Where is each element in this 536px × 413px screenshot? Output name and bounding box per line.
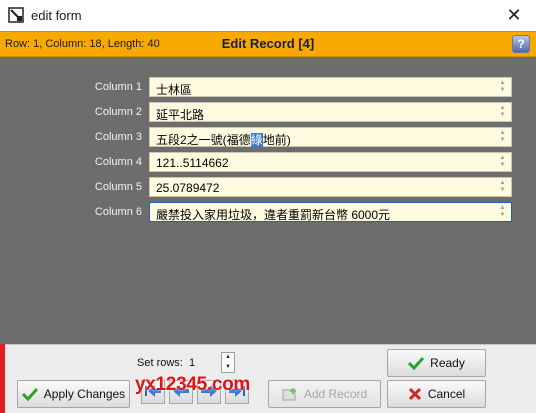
field-input-column-6[interactable]: 嚴禁投入家用垃圾，違者重罰新台幣 6000元 ▲ ▼: [149, 202, 512, 222]
cursor-position-text: Row: 1, Column: 18, Length: 40: [5, 38, 160, 50]
first-record-icon: [144, 384, 162, 401]
close-button[interactable]: ✕: [492, 0, 536, 31]
help-icon: ?: [517, 37, 525, 51]
apply-changes-label: Apply Changes: [43, 387, 126, 401]
field-value: 士林區: [156, 83, 193, 97]
ready-label: Ready: [430, 356, 465, 370]
field-input-column-3[interactable]: 五段2之一號(福德綠地前) ▲ ▼: [149, 127, 512, 147]
previous-record-icon: [172, 384, 190, 401]
field-value: 25.0789472: [156, 181, 220, 195]
field-input-column-2[interactable]: 延平北路 ▲ ▼: [149, 102, 512, 122]
last-record-button[interactable]: [225, 380, 249, 404]
set-rows-value: 1: [188, 357, 196, 369]
cancel-label: Cancel: [427, 387, 466, 401]
field-value: 五段2之一號(福德綠地前): [156, 131, 291, 148]
form-row: Column 6 嚴禁投入家用垃圾，違者重罰新台幣 6000元 ▲ ▼: [0, 202, 536, 222]
field-spin-icon[interactable]: ▲ ▼: [497, 205, 508, 219]
field-label: Column 6: [94, 206, 142, 218]
field-label: Column 4: [94, 156, 142, 168]
set-rows-stepper[interactable]: ▲ ▼: [221, 352, 235, 373]
field-input-column-4[interactable]: 121..5114662 ▲ ▼: [149, 152, 512, 172]
cancel-icon: [408, 387, 422, 401]
field-label: Column 5: [94, 181, 142, 193]
form-row: Column 3 五段2之一號(福德綠地前) ▲ ▼: [0, 127, 536, 147]
field-value-after: 地前): [262, 133, 291, 147]
field-spin-icon[interactable]: ▲ ▼: [497, 155, 508, 169]
app-icon: [8, 7, 24, 23]
field-spin-icon[interactable]: ▲ ▼: [497, 130, 508, 144]
form-area: Column 1 士林區 ▲ ▼ Column 2 延平北路 ▲ ▼ Column …: [0, 57, 536, 344]
accent-bar: [0, 344, 5, 413]
form-row: Column 1 士林區 ▲ ▼: [0, 77, 536, 97]
field-spin-icon[interactable]: ▲ ▼: [497, 105, 508, 119]
first-record-button[interactable]: [141, 380, 165, 404]
set-rows-label: Set rows: 1: [137, 357, 195, 369]
field-label: Column 1: [94, 81, 142, 93]
next-record-icon: [200, 384, 218, 401]
status-bar: Row: 1, Column: 18, Length: 40 Edit Reco…: [0, 31, 536, 57]
close-icon: ✕: [506, 5, 522, 25]
field-input-column-1[interactable]: 士林區 ▲ ▼: [149, 77, 512, 97]
field-value: 121..5114662: [156, 156, 229, 170]
add-record-label: Add Record: [303, 387, 368, 401]
field-value: 延平北路: [156, 108, 205, 122]
check-icon: [408, 356, 425, 370]
form-row: Column 5 25.0789472 ▲ ▼: [0, 177, 536, 197]
set-rows-text: Set rows:: [137, 357, 183, 369]
add-record-button[interactable]: Add Record: [268, 380, 381, 408]
previous-record-button[interactable]: [169, 380, 193, 404]
apply-changes-button[interactable]: Apply Changes: [17, 380, 130, 408]
field-spin-icon[interactable]: ▲ ▼: [497, 180, 508, 194]
form-row: Column 2 延平北路 ▲ ▼: [0, 102, 536, 122]
title-bar: edit form ✕: [0, 0, 536, 31]
field-value-before: 五段2之一號(福德: [156, 133, 251, 147]
field-label: Column 3: [94, 131, 142, 143]
last-record-icon: [228, 384, 246, 401]
field-label: Column 2: [94, 106, 142, 118]
ready-button[interactable]: Ready: [387, 349, 486, 377]
next-record-button[interactable]: [197, 380, 221, 404]
field-spin-icon[interactable]: ▲ ▼: [497, 80, 508, 94]
footer-panel: Set rows: 1 ▲ ▼ Apply Changes yx12345.com…: [0, 344, 536, 413]
field-value-selection: 綠: [250, 133, 263, 147]
check-icon: [21, 387, 38, 401]
field-value: 嚴禁投入家用垃圾，違者重罰新台幣 6000元: [156, 208, 391, 222]
help-button[interactable]: ?: [512, 35, 530, 53]
form-row: Column 4 121..5114662 ▲ ▼: [0, 152, 536, 172]
add-record-icon: [282, 387, 298, 401]
window-title: edit form: [31, 8, 82, 23]
cancel-button[interactable]: Cancel: [387, 380, 486, 408]
field-input-column-5[interactable]: 25.0789472 ▲ ▼: [149, 177, 512, 197]
